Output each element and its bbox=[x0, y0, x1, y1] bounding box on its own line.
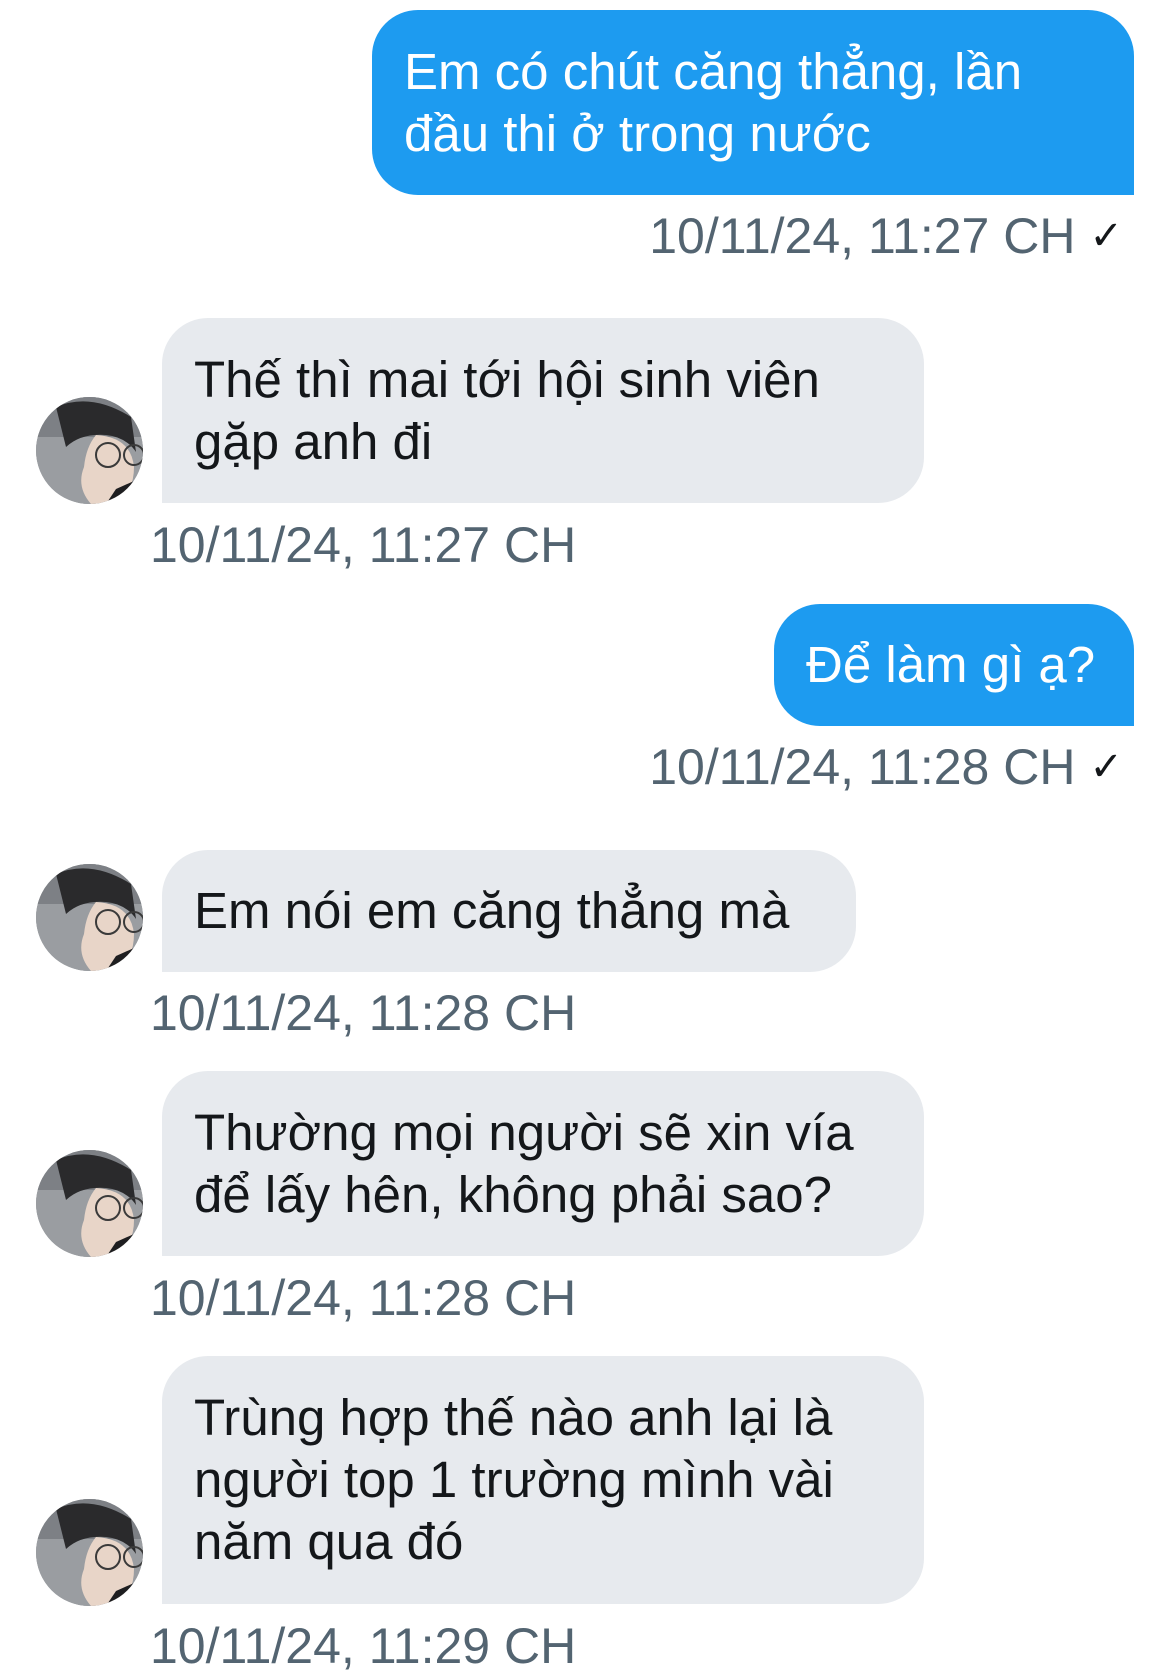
message-bubble-incoming[interactable]: Thế thì mai tới hội sinh viên gặp anh đi bbox=[162, 318, 924, 503]
message-timestamp: 10/11/24, 11:27 CH bbox=[150, 517, 577, 573]
user-avatar[interactable] bbox=[36, 1150, 143, 1257]
message-timestamp: 10/11/24, 11:28 CH ✓ bbox=[649, 737, 1123, 797]
check-icon: ✓ bbox=[1089, 214, 1123, 258]
message-bubble-outgoing[interactable]: Em có chút căng thẳng, lần đầu thi ở tro… bbox=[372, 10, 1134, 195]
message-bubble-incoming[interactable]: Em nói em căng thẳng mà bbox=[162, 850, 856, 972]
message-timestamp: 10/11/24, 11:28 CH bbox=[150, 1270, 577, 1326]
avatar-photo-icon bbox=[36, 1499, 143, 1606]
check-icon: ✓ bbox=[1089, 745, 1123, 789]
message-bubble-incoming[interactable]: Trùng hợp thế nào anh lại là người top 1… bbox=[162, 1356, 924, 1604]
message-bubble-incoming[interactable]: Thường mọi người sẽ xin vía để lấy hên, … bbox=[162, 1071, 924, 1256]
message-timestamp: 10/11/24, 11:28 CH bbox=[150, 985, 577, 1041]
user-avatar[interactable] bbox=[36, 864, 143, 971]
user-avatar[interactable] bbox=[36, 1499, 143, 1606]
timestamp-text: 10/11/24, 11:27 CH bbox=[649, 208, 1076, 264]
avatar-photo-icon bbox=[36, 397, 143, 504]
user-avatar[interactable] bbox=[36, 397, 143, 504]
message-timestamp: 10/11/24, 11:29 CH bbox=[150, 1618, 577, 1674]
avatar-photo-icon bbox=[36, 864, 143, 971]
message-timestamp: 10/11/24, 11:27 CH ✓ bbox=[649, 206, 1123, 266]
avatar-photo-icon bbox=[36, 1150, 143, 1257]
message-bubble-outgoing[interactable]: Để làm gì ạ? bbox=[774, 604, 1134, 726]
timestamp-text: 10/11/24, 11:28 CH bbox=[649, 739, 1076, 795]
